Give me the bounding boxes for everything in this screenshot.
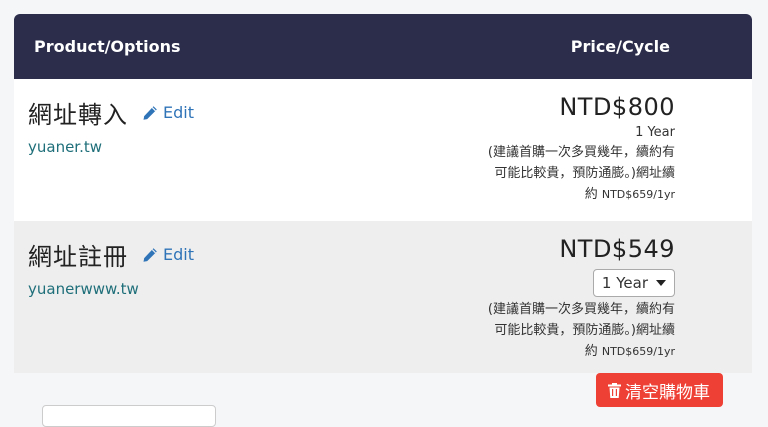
trash-icon xyxy=(608,382,621,398)
cart-table: Product/Options Price/Cycle 網址轉入 Edit yu… xyxy=(14,14,752,373)
renewal-note-prefix: 約 xyxy=(584,344,602,359)
billing-cycle-selected: 1 Year xyxy=(601,274,648,292)
item-price: NTD$549 xyxy=(559,235,675,263)
edit-link[interactable]: Edit xyxy=(142,103,194,122)
product-name: 網址註冊 xyxy=(28,243,128,271)
product-name: 網址轉入 xyxy=(28,101,128,129)
price-cycle-cell: NTD$549 1 Year (建議首購一次多買幾年，續約有 可能比較貴，預防通… xyxy=(445,235,675,362)
edit-link[interactable]: Edit xyxy=(142,245,194,264)
cart-item-row: 網址轉入 Edit yuaner.tw NTD$800 1 Year (建議首購… xyxy=(14,79,752,221)
pencil-icon xyxy=(143,105,157,120)
renewal-note-line: 可能比較貴，預防通膨。)網址續 xyxy=(494,323,675,338)
caret-down-icon xyxy=(656,280,666,286)
renewal-note-line: (建議首購一次多買幾年，續約有 xyxy=(487,145,675,160)
item-price: NTD$800 xyxy=(559,93,675,121)
renewal-price: NTD$659/1yr xyxy=(601,345,675,358)
cart-item-row: 網址註冊 Edit yuanerwww.tw NTD$549 1 Year (建… xyxy=(14,221,752,373)
pencil-icon xyxy=(143,247,157,262)
renewal-note: (建議首購一次多買幾年，續約有 可能比較貴，預防通膨。)網址續 約 NTD$65… xyxy=(445,299,675,362)
renewal-price: NTD$659/1yr xyxy=(601,188,675,201)
renewal-note-prefix: 約 xyxy=(584,187,602,202)
partial-input-box[interactable] xyxy=(42,405,216,427)
renewal-note-line: 約 NTD$659/1yr xyxy=(445,341,675,362)
renewal-note: (建議首購一次多買幾年，續約有 可能比較貴，預防通膨。)網址續 約 NTD$65… xyxy=(445,142,675,205)
edit-label: Edit xyxy=(163,245,194,264)
price-cycle-cell: NTD$800 1 Year (建議首購一次多買幾年，續約有 可能比較貴，預防通… xyxy=(445,93,675,205)
renewal-note-line: 約 NTD$659/1yr xyxy=(445,184,675,205)
cart-table-header: Product/Options Price/Cycle xyxy=(14,14,752,79)
empty-cart-label: 清空購物車 xyxy=(625,382,710,403)
renewal-note-line: 可能比較貴，預防通膨。)網址續 xyxy=(494,166,675,181)
billing-cycle: 1 Year xyxy=(635,125,675,140)
renewal-note-line: (建議首購一次多買幾年，續約有 xyxy=(487,302,675,317)
billing-cycle-select[interactable]: 1 Year xyxy=(592,269,675,297)
edit-label: Edit xyxy=(163,103,194,122)
empty-cart-button[interactable]: 清空購物車 xyxy=(596,373,723,407)
header-price-cycle: Price/Cycle xyxy=(570,37,670,56)
header-product-options: Product/Options xyxy=(34,37,181,56)
